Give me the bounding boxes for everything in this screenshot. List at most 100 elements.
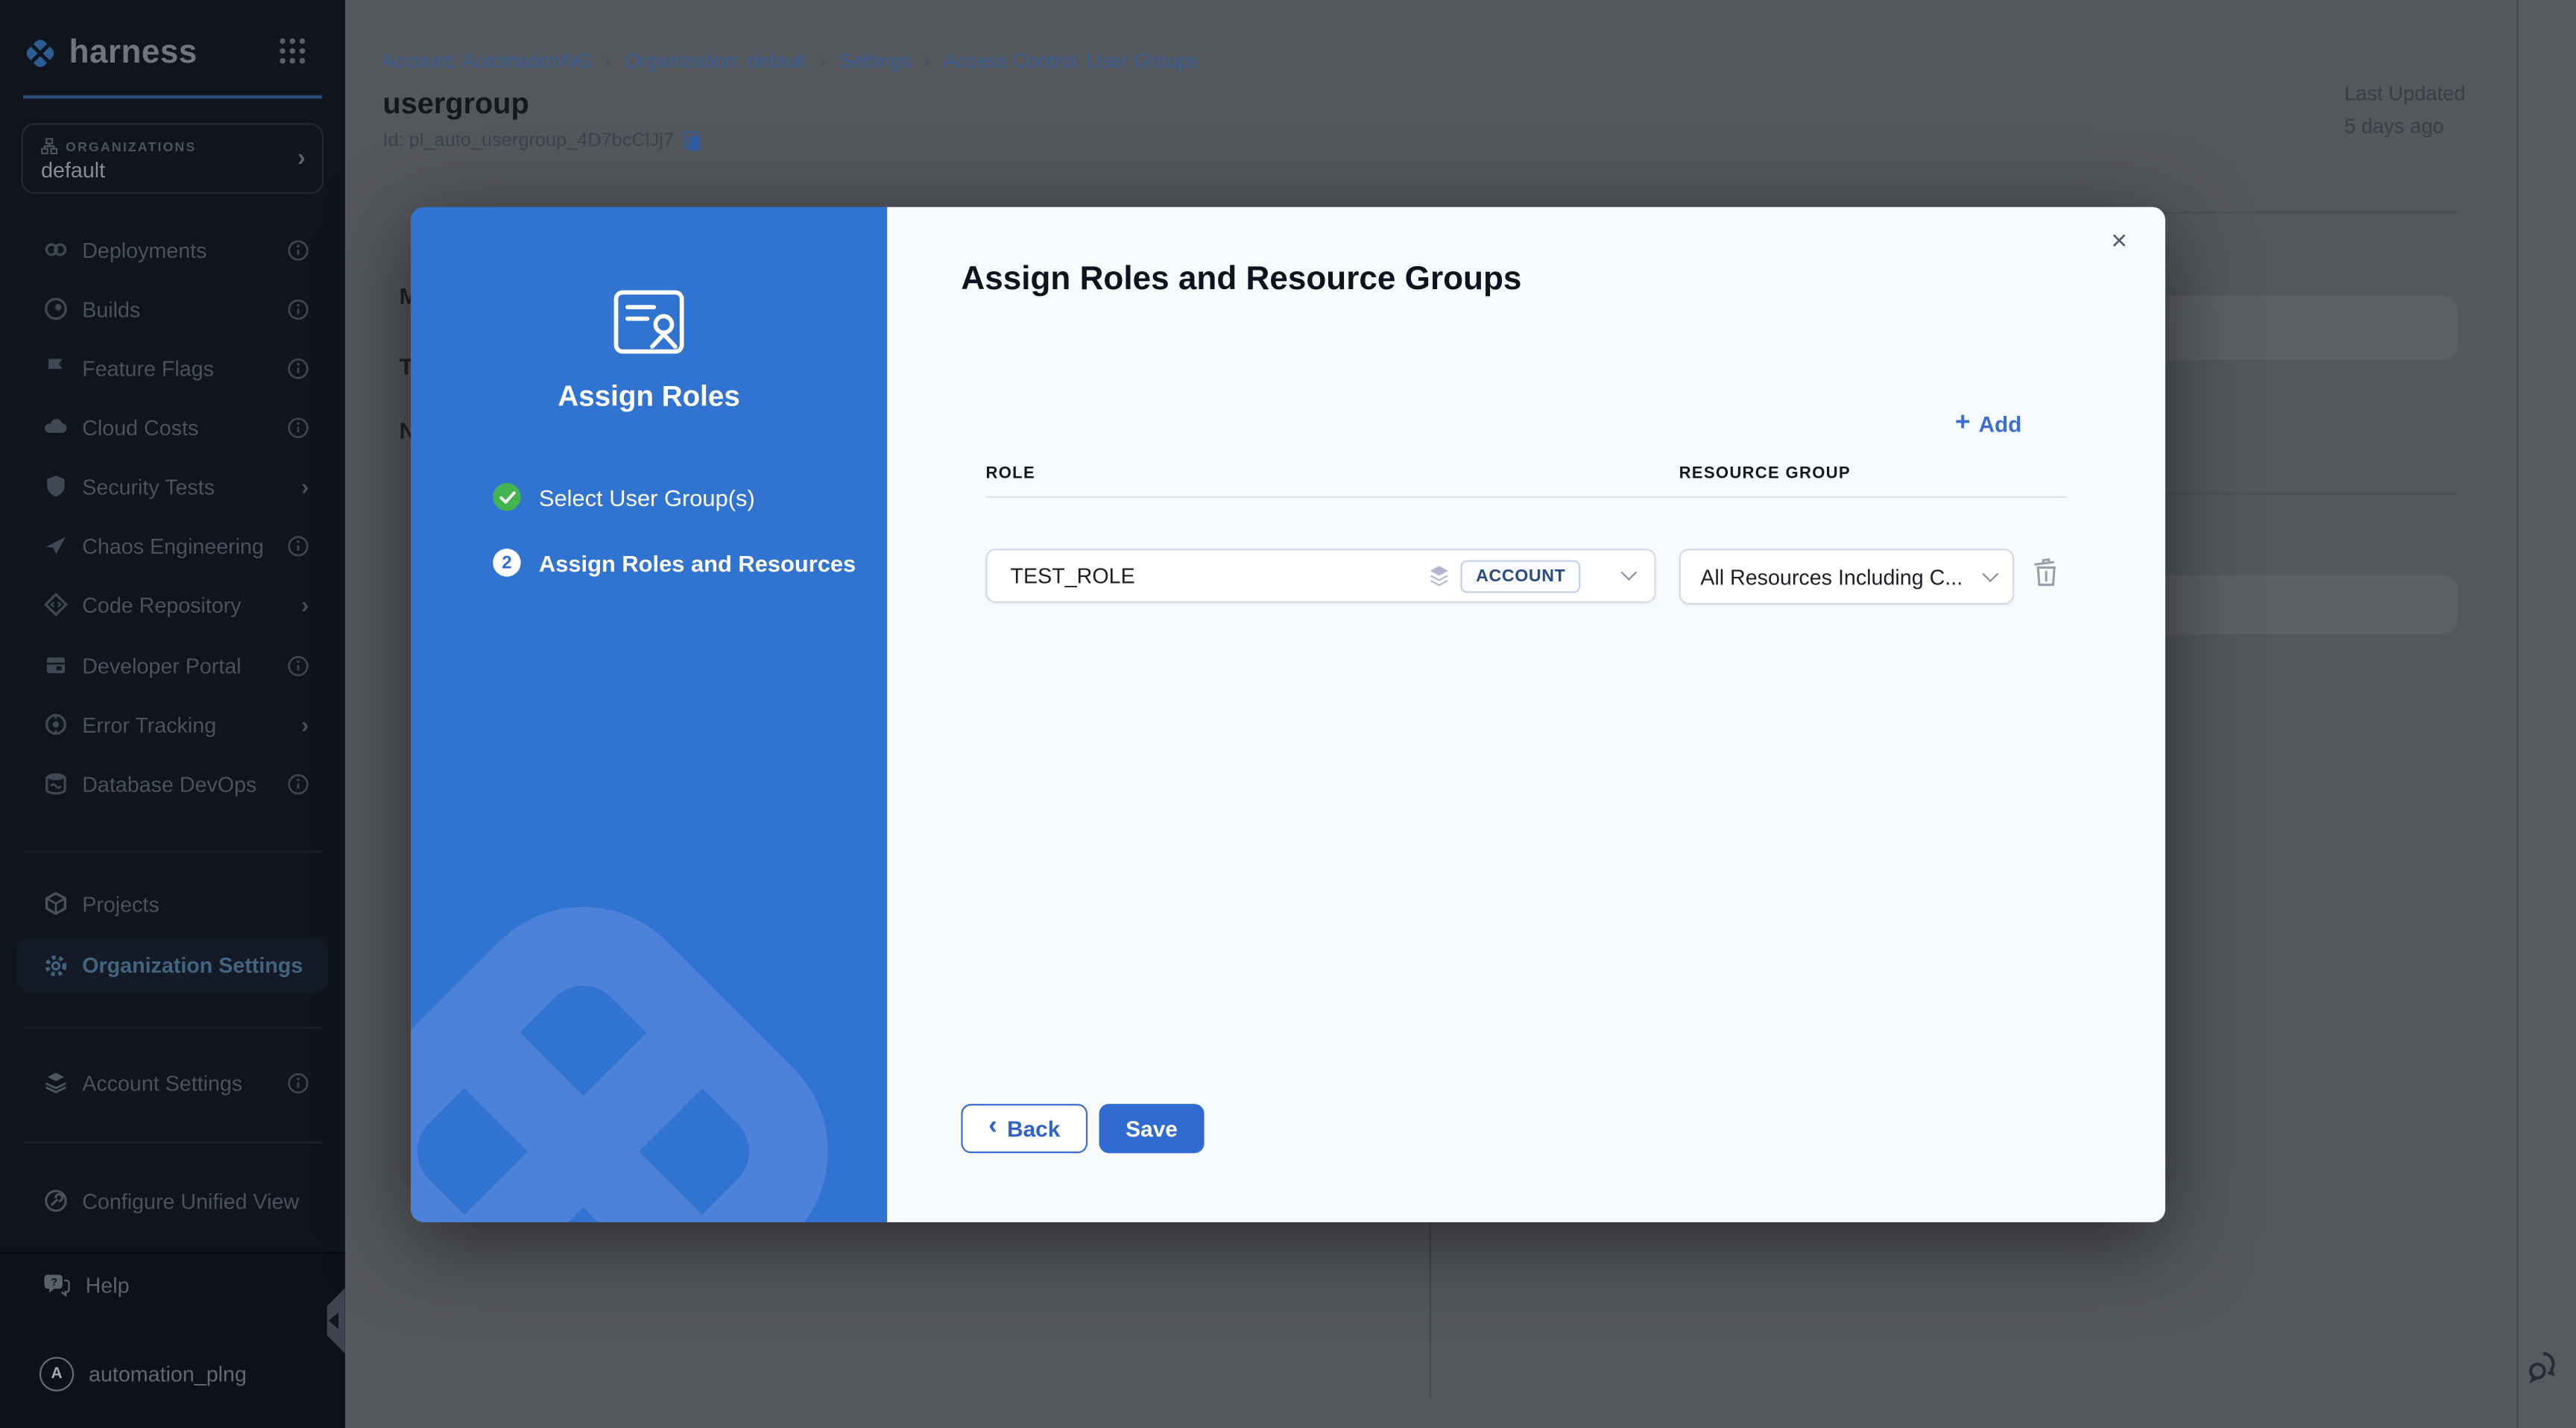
- step-label: Select User Group(s): [539, 484, 755, 510]
- last-updated-value: 5 days ago: [2344, 110, 2465, 143]
- role-select[interactable]: TEST_ROLE ACCOUNT: [985, 549, 1655, 603]
- projects-icon: [42, 891, 69, 917]
- app-grid-icon[interactable]: [277, 36, 307, 66]
- close-icon[interactable]: ×: [2100, 222, 2139, 262]
- last-updated: Last Updated 5 days ago: [2344, 78, 2465, 143]
- resource-group-column-header: RESOURCE GROUP: [1679, 465, 1851, 483]
- modal-title: Assign Roles and Resource Groups: [961, 261, 1521, 299]
- breadcrumb-organization-link[interactable]: Organization: default: [625, 49, 806, 72]
- chevron-right-icon: ›: [301, 591, 309, 617]
- sidebar-divider: [23, 851, 322, 853]
- code-repository-icon: [42, 591, 69, 617]
- role-column-header: ROLE: [985, 465, 1035, 483]
- database-devops-icon: [42, 771, 69, 797]
- info-icon: [288, 357, 309, 379]
- sidebar-item-deployments[interactable]: Deployments: [16, 225, 329, 274]
- sidebar-divider: [23, 1142, 322, 1143]
- harness-logo-icon: [23, 35, 57, 69]
- user-profile[interactable]: A automation_plng: [40, 1357, 247, 1391]
- info-icon: [288, 534, 309, 556]
- org-selector[interactable]: ORGANIZATIONS default ›: [22, 123, 324, 194]
- scope-tag: ACCOUNT: [1461, 559, 1580, 592]
- error-tracking-icon: [42, 711, 69, 737]
- account-settings-icon: [42, 1070, 69, 1096]
- sidebar-item-organization-settings[interactable]: Organization Settings: [16, 938, 329, 993]
- modal-body: × Assign Roles and Resource Groups + Add…: [887, 207, 2165, 1222]
- wizard-title: Assign Roles: [411, 379, 887, 414]
- sidebar-item-label: Projects: [82, 891, 160, 916]
- sidebar-item-account-settings[interactable]: Account Settings: [16, 1058, 329, 1107]
- sidebar-item-label: Deployments: [82, 237, 206, 262]
- chevron-right-icon: ›: [297, 145, 306, 172]
- security-tests-icon: [42, 473, 69, 499]
- back-label: Back: [1007, 1116, 1060, 1141]
- sidebar-item-label: Developer Portal: [82, 653, 241, 677]
- sidebar-divider: [23, 1027, 322, 1029]
- sidebar-item-label: Error Tracking: [82, 712, 216, 736]
- sidebar-item-error-tracking[interactable]: Error Tracking ›: [16, 700, 329, 749]
- resource-group-select[interactable]: All Resources Including C...: [1679, 549, 2015, 604]
- sidebar-item-label: Chaos Engineering: [82, 533, 264, 557]
- sidebar-item-developer-portal[interactable]: Developer Portal: [16, 641, 329, 690]
- back-button[interactable]: ‹ Back: [961, 1104, 1087, 1153]
- role-value: TEST_ROLE: [1011, 563, 1135, 588]
- sidebar-item-label: Builds: [82, 297, 140, 321]
- step-number: 2: [493, 549, 520, 576]
- breadcrumb-account-link[interactable]: Account: AutomationNG: [381, 49, 591, 72]
- sidebar-item-label: Account Settings: [82, 1070, 242, 1095]
- sidebar: harness ORGANIZATIONS defa: [0, 0, 345, 1428]
- brand-divider: [23, 95, 322, 98]
- step-label: Assign Roles and Resources: [539, 549, 856, 575]
- sidebar-item-cloud-costs[interactable]: Cloud Costs: [16, 402, 329, 452]
- column-header-divider: [985, 496, 2066, 498]
- wizard-step-select-user-groups[interactable]: Select User Group(s): [493, 483, 755, 511]
- chevron-right-icon: ›: [819, 49, 826, 72]
- entity-id: Id: pl_auto_usergroup_4D7bcClJj7: [383, 131, 702, 151]
- sidebar-item-help[interactable]: ? Help: [42, 1273, 129, 1298]
- add-role-button[interactable]: + Add: [1955, 411, 2021, 437]
- wrench-icon: [42, 1188, 69, 1214]
- feature-flags-icon: [42, 355, 69, 381]
- copy-icon[interactable]: [684, 131, 701, 151]
- sidebar-item-feature-flags[interactable]: Feature Flags: [16, 344, 329, 393]
- brand-name: harness: [69, 34, 198, 72]
- sidebar-item-code-repository[interactable]: Code Repository ›: [16, 580, 329, 629]
- id-card-icon: [613, 289, 685, 355]
- delete-row-icon[interactable]: [2027, 555, 2063, 595]
- save-button[interactable]: Save: [1099, 1104, 1205, 1153]
- sidebar-item-label: Code Repository: [82, 593, 241, 617]
- sidebar-item-configure-unified-view[interactable]: Configure Unified View: [16, 1176, 329, 1225]
- wizard-step-assign-roles[interactable]: 2 Assign Roles and Resources: [493, 549, 856, 576]
- info-icon: [288, 773, 309, 794]
- assign-roles-modal: Assign Roles Select User Group(s) 2 Assi…: [411, 207, 2165, 1222]
- deployments-icon: [42, 236, 69, 262]
- breadcrumb-access-control-link[interactable]: Access Control: User Groups: [944, 49, 1199, 72]
- chevron-right-icon: ›: [604, 49, 611, 72]
- scope-layers-icon: [1428, 565, 1451, 587]
- info-icon: [288, 239, 309, 261]
- help-chat-icon: ?: [42, 1273, 70, 1298]
- support-chat-icon[interactable]: [2525, 1347, 2565, 1386]
- chevron-right-icon: ›: [301, 473, 309, 499]
- breadcrumb-settings-link[interactable]: Settings: [839, 49, 911, 72]
- sidebar-item-builds[interactable]: Builds: [16, 284, 329, 333]
- last-updated-label: Last Updated: [2344, 78, 2465, 110]
- info-icon: [288, 654, 309, 676]
- gear-icon: [42, 952, 69, 978]
- cloud-costs-icon: [42, 414, 69, 440]
- step-check-icon: [493, 483, 520, 511]
- org-value: default: [41, 158, 105, 183]
- sidebar-item-chaos-engineering[interactable]: Chaos Engineering: [16, 521, 329, 570]
- sidebar-item-database-devops[interactable]: Database DevOps: [16, 759, 329, 808]
- breadcrumb: Account: AutomationNG › Organization: de…: [381, 49, 1199, 72]
- sidebar-item-projects[interactable]: Projects: [16, 879, 329, 928]
- sidebar-item-security-tests[interactable]: Security Tests ›: [16, 461, 329, 511]
- chevron-right-icon: ›: [924, 49, 930, 72]
- entity-id-text: Id: pl_auto_usergroup_4D7bcClJj7: [383, 131, 674, 151]
- sidebar-item-label: Organization Settings: [82, 952, 303, 977]
- wizard-panel: Assign Roles Select User Group(s) 2 Assi…: [411, 207, 887, 1222]
- screen: harness ORGANIZATIONS defa: [0, 0, 2576, 1428]
- info-icon: [288, 417, 309, 438]
- sidebar-item-label: Database DevOps: [82, 771, 256, 796]
- add-label: Add: [1978, 411, 2021, 436]
